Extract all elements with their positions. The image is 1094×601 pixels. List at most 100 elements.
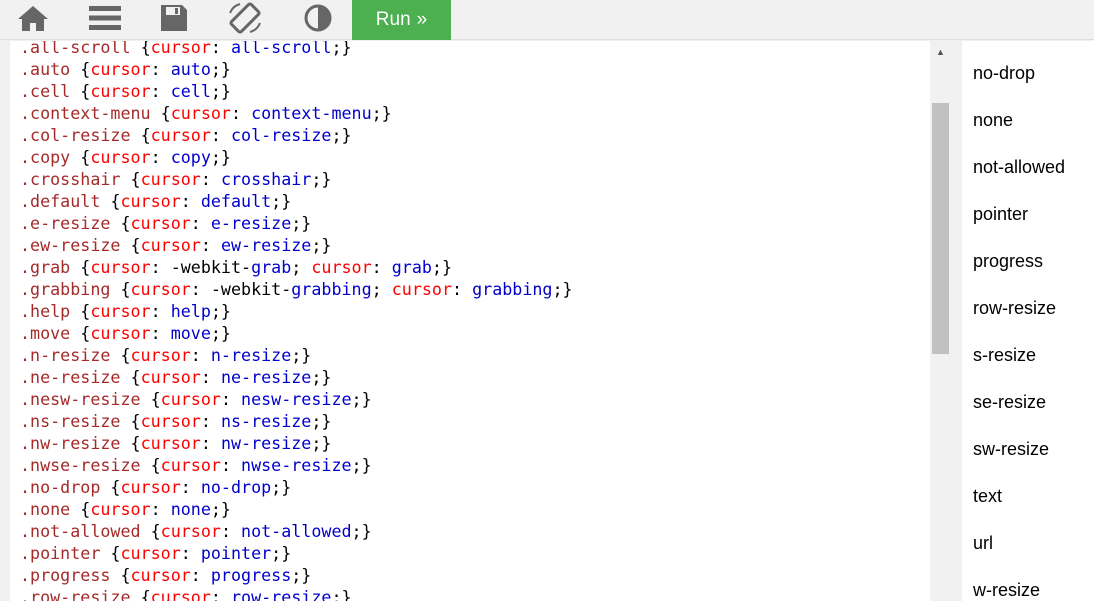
code-token: nwse-resize [241, 455, 352, 475]
result-pane: no-drop none not-allowed pointer progress row… [962, 41, 1094, 601]
cursor-demo-item[interactable]: w-resize [973, 579, 1040, 601]
code-token: pointer [200, 543, 272, 563]
code-line: .nesw-resize {cursor: nesw-resize;} [20, 388, 573, 410]
code-token: .copy [20, 147, 81, 167]
code-token: .all-scroll [20, 41, 141, 57]
menu-icon[interactable] [83, 0, 127, 36]
code-token: .default [20, 191, 111, 211]
scroll-up-arrow-icon[interactable]: ▲ [930, 41, 951, 63]
cursor-demo-item[interactable]: pointer [973, 203, 1028, 225]
code-token: nw-resize [220, 433, 312, 453]
code-line: .e-resize {cursor: e-resize;} [20, 212, 573, 234]
code-token: .no-drop [20, 477, 111, 497]
rotate-icon[interactable] [223, 0, 267, 36]
code-line: .grab {cursor: -webkit-grab; cursor: gra… [20, 256, 573, 278]
code-token: ;} [311, 367, 332, 387]
cursor-demo-item[interactable]: not-allowed [973, 156, 1065, 178]
code-line: .grabbing {cursor: -webkit-grabbing; cur… [20, 278, 573, 300]
scrollbar-thumb[interactable] [932, 103, 949, 354]
code-line: .context-menu {cursor: context-menu;} [20, 102, 573, 124]
run-button-label: Run [375, 9, 411, 30]
code-token: { [150, 389, 161, 409]
code-token: cursor [140, 235, 201, 255]
code-line: .nwse-resize {cursor: nwse-resize;} [20, 454, 573, 476]
code-token: ; [371, 279, 392, 299]
code-token: cursor [311, 257, 372, 277]
code-token: cursor [140, 169, 201, 189]
cursor-demo-item[interactable]: se-resize [973, 391, 1046, 413]
code-token: .progress [20, 565, 121, 585]
code-token: { [140, 41, 151, 57]
code-token: : [180, 477, 201, 497]
code-token: .nwse-resize [20, 455, 151, 475]
code-line: .nw-resize {cursor: nw-resize;} [20, 432, 573, 454]
code-token: n-resize [210, 345, 292, 365]
code-token: ;} [331, 125, 352, 145]
code-token: ;} [371, 103, 392, 123]
code-line: .not-allowed {cursor: not-allowed;} [20, 520, 573, 542]
cursor-demo-item[interactable]: sw-resize [973, 438, 1049, 460]
code-token: .none [20, 499, 81, 519]
code-token: : [200, 433, 221, 453]
code-token: { [160, 103, 171, 123]
contrast-icon[interactable] [296, 0, 340, 36]
code-token: .ew-resize [20, 235, 131, 255]
code-token: .context-menu [20, 103, 161, 123]
editor-scrollbar[interactable]: ▲ [930, 41, 951, 601]
code-token: : [200, 169, 221, 189]
code-line: .help {cursor: help;} [20, 300, 573, 322]
code-content[interactable]: .all-scroll {cursor: all-scroll;} .auto {… [20, 41, 573, 601]
code-token: { [130, 433, 141, 453]
code-token: : [150, 323, 171, 343]
code-line: .n-resize {cursor: n-resize;} [20, 344, 573, 366]
code-token: ;} [311, 433, 332, 453]
code-token: .nw-resize [20, 433, 131, 453]
cursor-demo-item[interactable]: s-resize [973, 344, 1036, 366]
cursor-demo-item[interactable]: text [973, 485, 1002, 507]
cursor-demo-item[interactable]: no-drop [973, 62, 1035, 84]
code-token: ne-resize [220, 367, 312, 387]
code-token: ;} [271, 191, 292, 211]
code-token: grabbing [291, 279, 372, 299]
code-token: cursor [90, 301, 151, 321]
cursor-demo-item[interactable]: none [973, 109, 1013, 131]
code-token: cell [170, 81, 211, 101]
cursor-demo-item[interactable]: progress [973, 250, 1043, 272]
cursor-demo-item[interactable]: url [973, 532, 993, 554]
code-token: .ne-resize [20, 367, 131, 387]
code-token: ; [291, 257, 312, 277]
cursor-demo-item[interactable]: row-resize [973, 297, 1056, 319]
home-icon[interactable] [11, 0, 55, 36]
code-token: { [110, 543, 121, 563]
code-token: cursor [90, 81, 151, 101]
code-token: cursor [130, 213, 191, 233]
code-token: all-scroll [230, 41, 332, 57]
code-token: cursor [160, 521, 221, 541]
code-editor[interactable]: .all-scroll {cursor: all-scroll;} .auto {… [10, 41, 951, 601]
code-token: .ns-resize [20, 411, 131, 431]
code-token: cursor [150, 587, 211, 601]
code-token: { [140, 125, 151, 145]
code-token: : [180, 191, 201, 211]
code-token: ;} [331, 41, 352, 57]
code-token: cursor [130, 279, 191, 299]
code-token: copy [170, 147, 211, 167]
code-token: no-drop [200, 477, 272, 497]
save-icon[interactable] [152, 0, 196, 36]
code-token: : [150, 499, 171, 519]
code-token: cursor [90, 257, 151, 277]
code-token: ;} [271, 477, 292, 497]
code-token: cursor [140, 411, 201, 431]
code-line: .progress {cursor: progress;} [20, 564, 573, 586]
code-token: ;} [291, 345, 312, 365]
code-line: .row-resize {cursor: row-resize;} [20, 586, 573, 601]
code-token: progress [210, 565, 292, 585]
code-token: .col-resize [20, 125, 141, 145]
code-token: ;} [210, 323, 231, 343]
code-token: { [80, 323, 91, 343]
code-line: .col-resize {cursor: col-resize;} [20, 124, 573, 146]
code-token: { [80, 301, 91, 321]
run-button[interactable]: Run » [352, 0, 451, 40]
code-token: ;} [552, 279, 573, 299]
code-line: .ne-resize {cursor: ne-resize;} [20, 366, 573, 388]
